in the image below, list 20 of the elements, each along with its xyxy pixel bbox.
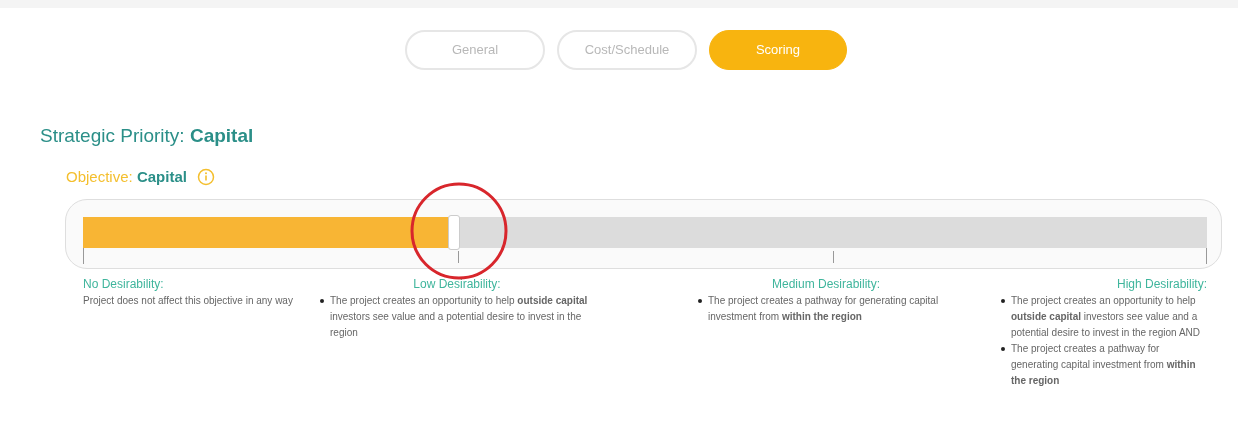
bullet-icon — [320, 299, 324, 303]
level-title: High Desirability: — [1115, 276, 1207, 293]
level-title: Medium Desirability: — [771, 276, 881, 293]
level-title: No Desirability: — [83, 276, 165, 293]
level-description: The project creates an opportunity to help outside capital investors see value and a potential desire to invest in the region AND — [1011, 294, 1201, 340]
tab[interactable]: Scoring — [709, 30, 847, 70]
slider-track[interactable] — [83, 217, 1207, 248]
tab[interactable]: Cost/Schedule — [557, 30, 697, 70]
bullet-icon — [1001, 347, 1005, 351]
bullet-icon — [1001, 299, 1005, 303]
section-heading: Strategic Priority: Capital — [40, 124, 255, 148]
level-description: The project creates an opportunity to help outside capital investors see value and a potential desire to invest in the region — [330, 294, 589, 340]
objective-label: Objective: Capital — [66, 166, 187, 187]
level-title: Low Desirability: — [412, 276, 502, 293]
level-description: The project creates a pathway for generating capital investment from within the region — [708, 294, 940, 324]
tab[interactable]: General — [405, 30, 545, 70]
bullet-icon — [698, 299, 702, 303]
level-description: Project does not affect this objective in any way — [83, 294, 294, 308]
info-icon[interactable] — [196, 167, 215, 186]
level-description: The project creates a pathway for generating capital investment from within the region — [1011, 342, 1197, 388]
